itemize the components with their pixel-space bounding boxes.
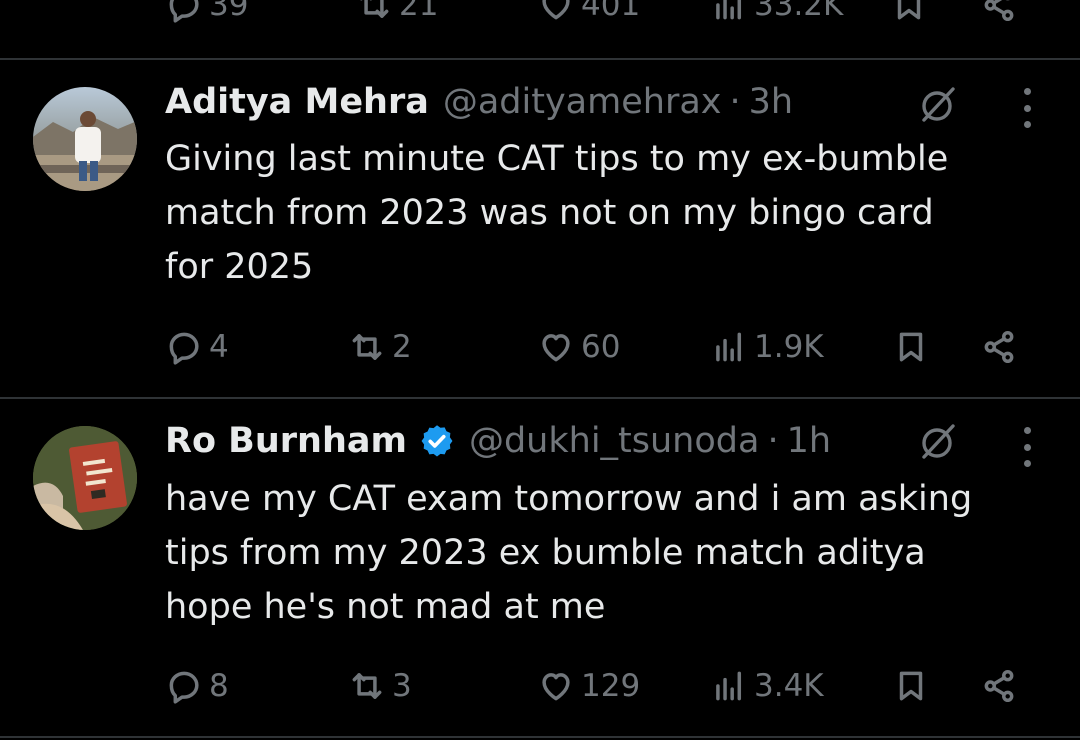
grok-button[interactable] (915, 419, 961, 465)
tweet-text-line: Giving last minute CAT tips to my ex-bum… (165, 139, 949, 179)
views-count: 33.2K (754, 0, 844, 23)
views-button[interactable]: 33.2K (710, 0, 843, 24)
like-button[interactable]: 401 (537, 0, 640, 24)
more-options-button[interactable] (1021, 427, 1033, 467)
share-button[interactable] (980, 328, 1018, 366)
avatar-image (33, 426, 137, 530)
reply-icon (169, 332, 199, 365)
like-icon (542, 334, 570, 362)
tweet-actions: 4 2 60 1.9K (165, 322, 1040, 372)
reply-count: 39 (209, 0, 249, 23)
share-icon (984, 331, 1014, 363)
tweet-text: have my CAT exam tomorrow and i am askin… (165, 472, 1045, 634)
bookmark-button[interactable] (890, 0, 928, 24)
like-button[interactable]: 60 (537, 328, 620, 366)
repost-icon (360, 0, 389, 18)
tweet-text-line: have my CAT exam tomorrow and i am askin… (165, 479, 973, 519)
repost-icon (352, 673, 382, 699)
verified-badge-icon (421, 425, 453, 457)
tweet-text-line: hope he's not mad at me (165, 587, 606, 627)
more-icon (1023, 427, 1031, 434)
tweet-header: Ro Burnham @dukhi_tsunoda · 1h (165, 421, 831, 461)
repost-count: 3 (392, 668, 412, 704)
prev-tweet-actions: 39 21 401 33.2K (165, 0, 1040, 36)
tweet-text: Giving last minute CAT tips to my ex-bum… (165, 132, 1045, 294)
bookmark-button[interactable] (892, 667, 930, 705)
tweet-text-line: tips from my 2023 ex bumble match aditya (165, 533, 926, 573)
repost-icon (352, 334, 382, 360)
reply-button[interactable]: 39 (165, 0, 248, 24)
bookmark-icon (899, 332, 923, 362)
grok-icon (922, 87, 955, 122)
reply-icon (169, 671, 199, 704)
repost-button[interactable]: 21 (355, 0, 438, 24)
views-count: 3.4K (754, 668, 824, 704)
tweet[interactable]: Ro Burnham @dukhi_tsunoda · 1h have my C… (0, 399, 1080, 740)
repost-count: 2 (392, 329, 412, 365)
more-options-button[interactable] (1021, 88, 1033, 128)
user-handle[interactable]: @dukhi_tsunoda (469, 421, 759, 461)
bookmark-button[interactable] (892, 328, 930, 366)
views-icon (716, 671, 742, 701)
tweet-actions: 8 3 129 3.4K (165, 661, 1040, 711)
avatar-image (33, 87, 137, 191)
share-icon (984, 670, 1014, 702)
reply-icon (169, 0, 199, 23)
share-icon (984, 0, 1014, 21)
views-button[interactable]: 1.9K (710, 328, 824, 366)
display-name[interactable]: Ro Burnham (165, 421, 407, 461)
tweet-text-line: match from 2023 was not on my bingo card (165, 193, 934, 233)
repost-button[interactable]: 2 (348, 328, 412, 366)
repost-button[interactable]: 3 (348, 667, 412, 705)
like-count: 129 (581, 668, 641, 704)
timestamp[interactable]: 3h (749, 82, 793, 122)
views-icon (716, 332, 742, 362)
like-icon (542, 0, 570, 20)
like-count: 401 (581, 0, 641, 23)
tweet-text-line: for 2025 (165, 247, 314, 287)
views-icon (716, 0, 742, 20)
views-button[interactable]: 3.4K (710, 667, 824, 705)
views-count: 1.9K (754, 329, 824, 365)
separator: · (767, 421, 779, 461)
reply-count: 8 (209, 668, 229, 704)
timeline: 39 21 401 33.2K Aditya Mehra @adityamehr… (0, 0, 1080, 740)
display-name[interactable]: Aditya Mehra (165, 82, 429, 122)
share-button[interactable] (980, 0, 1018, 24)
reply-count: 4 (209, 329, 229, 365)
separator: · (729, 82, 741, 122)
avatar[interactable] (33, 87, 137, 191)
grok-button[interactable] (915, 82, 961, 128)
reply-button[interactable]: 8 (165, 667, 229, 705)
like-count: 60 (581, 329, 621, 365)
grok-icon (922, 424, 955, 459)
avatar[interactable] (33, 426, 137, 530)
bookmark-icon (899, 671, 923, 701)
user-handle[interactable]: @adityamehrax (443, 82, 722, 122)
tweet[interactable]: Aditya Mehra @adityamehrax · 3h Giving l… (0, 60, 1080, 398)
more-icon (1023, 88, 1031, 95)
bookmark-icon (897, 0, 921, 20)
share-button[interactable] (980, 667, 1018, 705)
timestamp[interactable]: 1h (787, 421, 831, 461)
repost-count: 21 (399, 0, 439, 23)
like-icon (542, 673, 570, 701)
reply-button[interactable]: 4 (165, 328, 229, 366)
tweet-header: Aditya Mehra @adityamehrax · 3h (165, 82, 793, 122)
like-button[interactable]: 129 (537, 667, 640, 705)
divider (0, 736, 1080, 738)
